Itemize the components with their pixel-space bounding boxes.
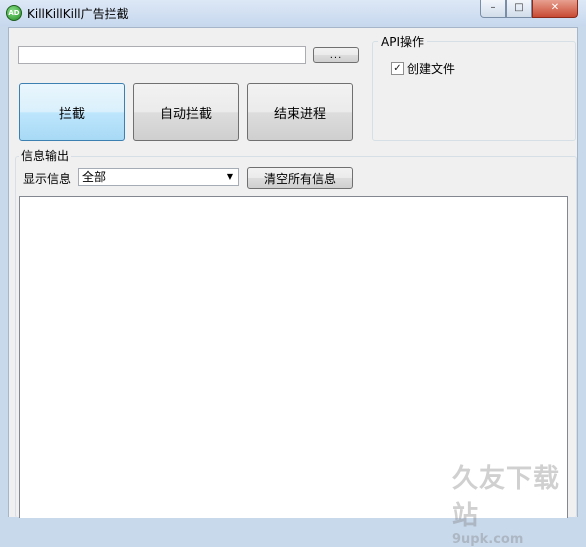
window-title: KillKillKill广告拦截 (27, 7, 129, 21)
log-output-area[interactable] (19, 196, 568, 518)
minimize-button[interactable]: – (480, 0, 506, 18)
info-filter-value: 全部 (82, 170, 107, 184)
info-output-title: 信息输出 (19, 147, 72, 164)
watermark-sub-text: 9upk.com (452, 532, 524, 547)
create-file-label[interactable]: 创建文件 (407, 60, 455, 77)
chevron-down-icon[interactable]: ▼ (222, 169, 238, 185)
clear-all-button[interactable]: 清空所有信息 (247, 167, 353, 189)
end-process-button[interactable]: 结束进程 (247, 83, 353, 141)
maximize-button[interactable]: □ (506, 0, 532, 18)
intercept-button[interactable]: 拦截 (19, 83, 125, 141)
show-info-label: 显示信息 (23, 172, 72, 186)
api-group-title: API操作 (378, 33, 427, 50)
auto-intercept-button[interactable]: 自动拦截 (133, 83, 239, 141)
info-filter-select[interactable]: 全部 ▼ (78, 168, 239, 186)
app-logo-icon: AD (6, 5, 22, 21)
close-button[interactable]: ✕ (532, 0, 578, 18)
create-file-checkbox[interactable]: ✓ (391, 62, 404, 75)
title-bar[interactable]: AD KillKillKill广告拦截 – □ ✕ (0, 0, 586, 26)
browse-button[interactable]: ... (313, 47, 359, 63)
api-group-box (372, 41, 576, 141)
main-window: ... 拦截 自动拦截 结束进程 API操作 ✓ 创建文件 信息输出 显示信息 … (8, 27, 578, 518)
path-input[interactable] (18, 46, 306, 64)
